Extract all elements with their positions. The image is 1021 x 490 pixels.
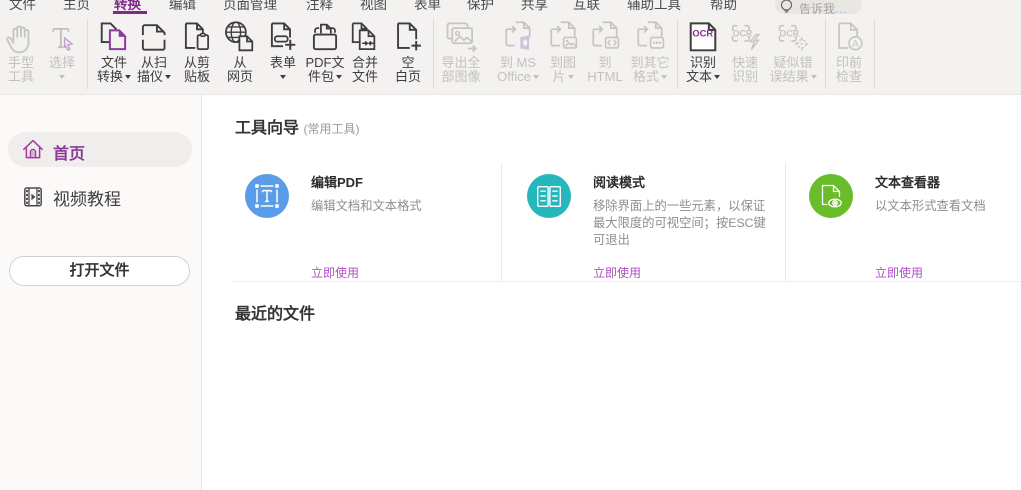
svg-text:OCR: OCR bbox=[733, 28, 753, 38]
svg-text:A: A bbox=[852, 39, 859, 50]
svg-text:OCR: OCR bbox=[692, 29, 713, 39]
svg-text:OCR: OCR bbox=[780, 28, 800, 38]
